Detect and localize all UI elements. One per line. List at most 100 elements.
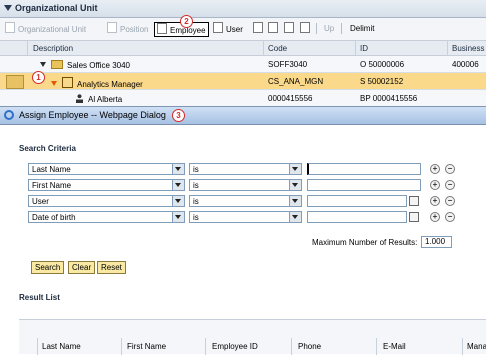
column-divider	[263, 41, 264, 55]
criteria-value-input[interactable]	[307, 195, 407, 207]
result-col-first-name[interactable]: First Name	[127, 342, 166, 351]
result-col-email[interactable]: E-Mail	[383, 342, 406, 351]
criteria-value-input[interactable]	[307, 163, 421, 175]
row-code: 0000415556	[268, 94, 313, 103]
calendar-icon[interactable]	[409, 212, 419, 222]
criteria-field-select[interactable]: User	[28, 195, 185, 207]
chevron-down-icon	[172, 196, 184, 206]
col-code[interactable]: Code	[268, 44, 287, 53]
col-description[interactable]: Description	[33, 44, 73, 53]
table-row[interactable]: Sales Office 3040 SOFF3040 O 50000006 40…	[0, 56, 486, 73]
column-divider	[121, 338, 122, 355]
org-table-header: Description Code ID Business	[0, 40, 486, 56]
criteria-field-select[interactable]: Last Name	[28, 163, 185, 175]
collapse-icon[interactable]	[4, 5, 12, 11]
result-table: Last Name First Name Employee ID Phone E…	[19, 319, 486, 355]
toolbar-divider	[316, 23, 317, 34]
column-divider	[355, 41, 356, 55]
value-help-icon[interactable]	[409, 196, 419, 206]
add-row-icon[interactable]: +	[430, 196, 440, 206]
row-id: O 50000006	[360, 60, 405, 69]
row-id: S 50002152	[360, 77, 404, 86]
scissors-icon	[284, 22, 294, 33]
table-row[interactable]: Al Alberta 0000415556 BP 0000415556	[0, 90, 486, 107]
chevron-down-icon	[289, 180, 301, 190]
position-icon	[107, 22, 117, 33]
delete-button[interactable]	[253, 22, 266, 35]
row-code: CS_ANA_MGN	[268, 77, 324, 86]
dialog-body: Search Criteria Last Name is + − First N…	[0, 125, 486, 355]
remove-row-icon[interactable]: −	[445, 180, 455, 190]
criteria-operator-select[interactable]: is	[189, 211, 302, 223]
table-row-selected[interactable]: Analytics Manager CS_ANA_MGN S 50002152	[0, 73, 486, 90]
delimit-button[interactable]: Delimit	[350, 22, 374, 35]
max-results-input[interactable]: 1.000	[421, 236, 452, 248]
criteria-value-input[interactable]	[307, 211, 407, 223]
column-divider	[447, 41, 448, 55]
cut-button[interactable]	[284, 22, 297, 35]
paste-icon	[300, 22, 310, 33]
criteria-operator-select[interactable]: is	[189, 179, 302, 191]
criteria-field-select[interactable]: Date of birth	[28, 211, 185, 223]
chevron-down-icon	[289, 164, 301, 174]
search-criteria-label: Search Criteria	[19, 144, 76, 153]
position-button[interactable]: Position	[107, 22, 148, 35]
dialog-title: Assign Employee -- Webpage Dialog	[19, 110, 166, 120]
chevron-down-icon	[172, 164, 184, 174]
criteria-operator-select[interactable]: is	[189, 195, 302, 207]
row-code: SOFF3040	[268, 60, 308, 69]
col-id[interactable]: ID	[360, 44, 368, 53]
callout-badge-3: 3	[172, 109, 185, 122]
result-col-phone[interactable]: Phone	[298, 342, 321, 351]
column-divider	[291, 338, 292, 355]
assign-employee-dialog: Assign Employee -- Webpage Dialog 3 Sear…	[0, 106, 486, 355]
result-col-last-name[interactable]: Last Name	[42, 342, 81, 351]
reset-button[interactable]: Reset	[97, 261, 126, 274]
column-divider	[27, 41, 28, 55]
add-row-icon[interactable]: +	[430, 212, 440, 222]
org-unit-icon	[5, 22, 15, 33]
criteria-operator-select[interactable]: is	[189, 163, 302, 175]
add-row-icon[interactable]: +	[430, 180, 440, 190]
criteria-field-select[interactable]: First Name	[28, 179, 185, 191]
org-unit-title: Organizational Unit	[15, 3, 98, 13]
org-unit-header[interactable]: Organizational Unit	[0, 0, 486, 18]
up-button[interactable]: Up	[324, 22, 334, 35]
clear-button[interactable]: Clear	[68, 261, 96, 274]
chevron-down-icon	[289, 196, 301, 206]
col-business[interactable]: Business	[452, 44, 484, 53]
remove-row-icon[interactable]: −	[445, 196, 455, 206]
remove-row-icon[interactable]: −	[445, 164, 455, 174]
callout-badge-1: 1	[32, 71, 45, 84]
callout-badge-2: 2	[180, 15, 193, 28]
row-description: Sales Office 3040	[40, 60, 130, 70]
expand-icon[interactable]	[51, 81, 57, 86]
employee-icon	[157, 23, 167, 34]
org-unit-button[interactable]: Organizational Unit	[5, 22, 86, 35]
user-button[interactable]: User	[213, 22, 243, 35]
expand-icon[interactable]	[40, 62, 46, 67]
row-selector[interactable]	[6, 75, 24, 89]
row-id: BP 0000415556	[360, 94, 418, 103]
column-divider	[37, 338, 38, 355]
paste-button[interactable]	[300, 22, 313, 35]
criteria-value-input[interactable]	[307, 179, 421, 191]
org-toolbar: Organizational Unit Position Employee Us…	[0, 18, 486, 40]
chevron-down-icon	[172, 212, 184, 222]
remove-row-icon[interactable]: −	[445, 212, 455, 222]
search-button[interactable]: Search	[31, 261, 65, 274]
org-unit-panel: Organizational Unit Organizational Unit …	[0, 0, 486, 110]
row-description: Al Alberta	[76, 94, 122, 104]
trash-icon	[253, 22, 263, 33]
dialog-titlebar[interactable]: Assign Employee -- Webpage Dialog 3	[0, 107, 486, 125]
browser-icon	[4, 110, 14, 120]
result-col-employee-id[interactable]: Employee ID	[212, 342, 258, 351]
max-results-label: Maximum Number of Results:	[312, 238, 418, 247]
copy-button[interactable]	[268, 22, 281, 35]
chevron-down-icon	[172, 180, 184, 190]
position-icon	[62, 77, 73, 88]
toolbar-divider	[341, 23, 342, 34]
result-col-manager[interactable]: Mana	[467, 342, 486, 351]
add-row-icon[interactable]: +	[430, 164, 440, 174]
user-icon	[213, 22, 223, 33]
